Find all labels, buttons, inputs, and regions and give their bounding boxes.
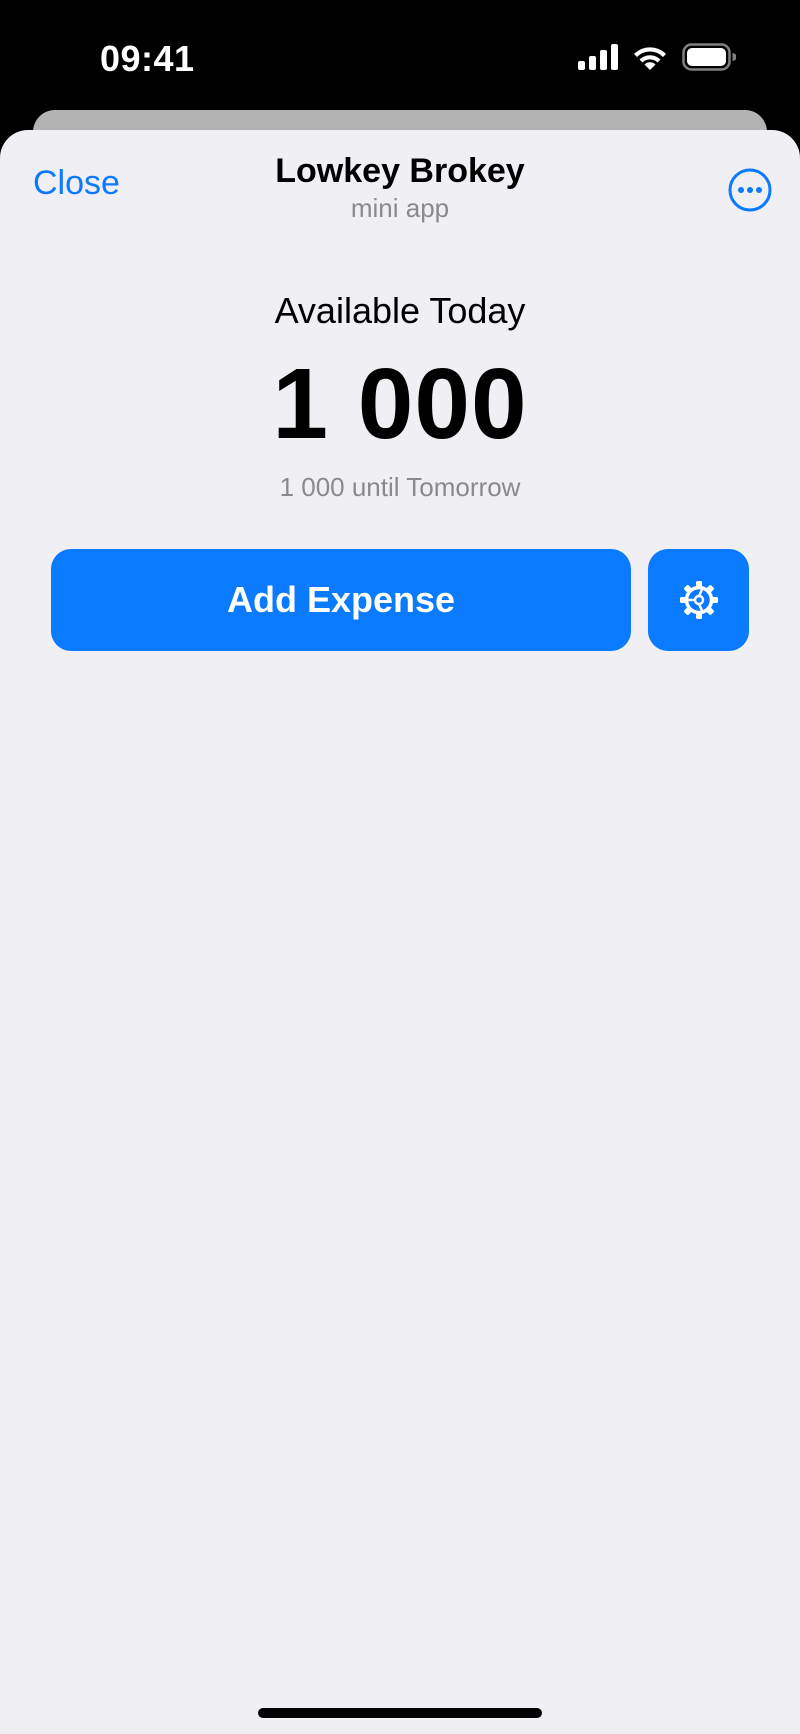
more-options-button[interactable] (728, 168, 772, 212)
mini-app-sheet: Close Lowkey Brokey mini app Available T… (0, 130, 800, 1734)
balance-amount: 1 000 (272, 348, 528, 460)
ellipsis-circle-icon (728, 168, 772, 212)
balance-note: 1 000 until Tomorrow (279, 472, 521, 502)
app-title: Lowkey Brokey (275, 152, 525, 190)
nav-title-group: Lowkey Brokey mini app (0, 152, 800, 224)
status-icons (578, 42, 737, 76)
add-expense-button[interactable]: Add Expense (51, 549, 631, 651)
home-indicator (258, 1708, 542, 1718)
status-bar: 09:41 (0, 0, 800, 110)
gear-icon (679, 581, 718, 619)
app-subtitle: mini app (350, 193, 450, 223)
status-time: 09:41 (100, 38, 195, 79)
cellular-signal-icon (578, 43, 618, 75)
balance-section: Available Today 1 000 1 000 until Tomorr… (0, 290, 800, 503)
wifi-icon (632, 43, 668, 76)
action-row: Add Expense (51, 549, 749, 651)
balance-label: Available Today (274, 290, 526, 331)
battery-icon (682, 42, 737, 76)
phone-screen: 09:41 Close Lowkey Brokey mini app Avail… (0, 0, 800, 1734)
settings-button[interactable] (648, 549, 749, 651)
close-button[interactable]: Close (33, 164, 120, 203)
